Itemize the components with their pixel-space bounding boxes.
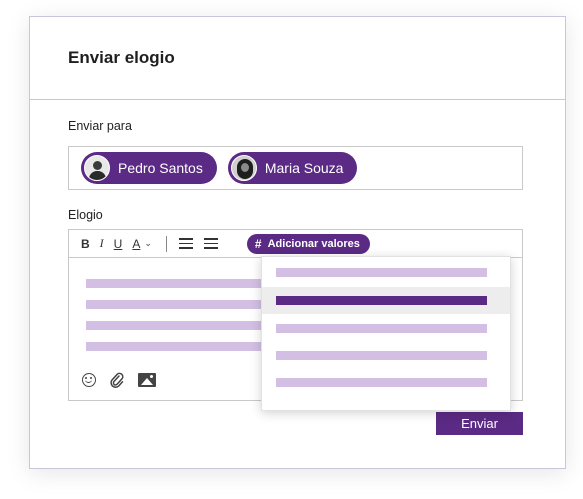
editor-footer xyxy=(82,372,156,388)
dropdown-item[interactable] xyxy=(262,287,510,314)
dropdown-item[interactable] xyxy=(262,369,510,396)
recipient-name: Maria Souza xyxy=(264,160,344,176)
values-dropdown xyxy=(261,256,511,411)
recipient-name: Pedro Santos xyxy=(118,160,203,176)
add-values-label: Adicionar valores xyxy=(267,237,360,250)
avatar xyxy=(230,155,257,181)
dialog-header: Enviar elogio xyxy=(30,17,565,100)
bulleted-list-icon[interactable] xyxy=(178,238,193,249)
toolbar-divider xyxy=(165,235,167,252)
dropdown-item[interactable] xyxy=(262,315,510,342)
dropdown-item[interactable] xyxy=(262,259,510,286)
dialog-title: Enviar elogio xyxy=(68,48,175,67)
underline-button[interactable]: U xyxy=(114,237,123,251)
placeholder-text-line xyxy=(86,342,286,351)
image-icon[interactable] xyxy=(138,373,156,387)
add-values-button[interactable]: # Adicionar valores xyxy=(246,233,370,254)
send-button[interactable]: Enviar xyxy=(436,412,523,435)
placeholder-text-line xyxy=(86,300,286,309)
editor-toolbar: B I U A ⌄ # Adicionar valores xyxy=(69,230,522,258)
send-to-label: Enviar para xyxy=(68,119,132,133)
message-label: Elogio xyxy=(68,208,103,222)
italic-button[interactable]: I xyxy=(100,236,104,251)
attachment-icon[interactable] xyxy=(110,372,124,388)
avatar xyxy=(84,155,110,181)
recipients-field[interactable]: Pedro Santos Maria Souza xyxy=(68,146,523,190)
hash-icon: # xyxy=(254,236,262,251)
dropdown-item[interactable] xyxy=(262,342,510,369)
numbered-list-icon[interactable] xyxy=(203,238,218,249)
font-color-button[interactable]: A xyxy=(132,237,140,251)
recipient-chip[interactable]: Pedro Santos xyxy=(81,152,217,184)
placeholder-text-line xyxy=(86,279,286,288)
emoji-icon[interactable] xyxy=(82,373,96,387)
placeholder-text-line xyxy=(86,321,286,330)
chevron-down-icon[interactable]: ⌄ xyxy=(144,238,152,249)
recipient-chip[interactable]: Maria Souza xyxy=(227,152,358,184)
bold-button[interactable]: B xyxy=(81,237,90,251)
